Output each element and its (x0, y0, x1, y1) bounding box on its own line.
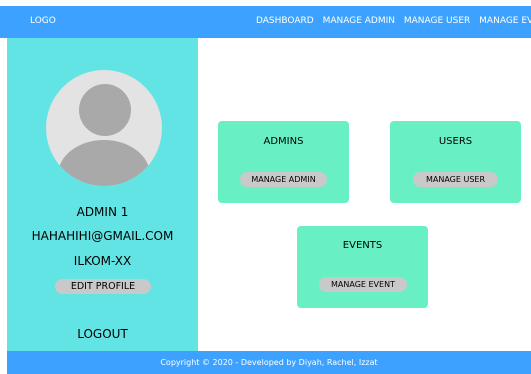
logout-link[interactable]: LOGOUT (7, 327, 198, 341)
logo[interactable]: LOGO (30, 16, 56, 26)
users-card-title: USERS (438, 136, 473, 147)
profile-sidebar: ADMIN 1 HAHAHIHI@GMAIL.COM ILKOM-XX EDIT… (7, 38, 198, 351)
footer: Copyright © 2020 - Developed by Diyah, R… (7, 351, 531, 374)
user-email: HAHAHIHI@GMAIL.COM (31, 229, 174, 243)
manage-event-button[interactable]: MANAGE EVENT (319, 277, 407, 292)
nav-manage-user[interactable]: MANAGE USER (404, 16, 470, 26)
nav-dashboard[interactable]: DASHBOARD (256, 16, 314, 26)
admins-card: ADMINS MANAGE ADMIN (218, 121, 349, 203)
avatar-icon (46, 70, 162, 186)
manage-admin-button[interactable]: MANAGE ADMIN (240, 172, 327, 187)
avatar-head (79, 84, 131, 136)
manage-user-button[interactable]: MANAGE USER (413, 172, 498, 187)
admins-card-title: ADMINS (263, 136, 304, 147)
events-card-title: EVENTS (342, 240, 383, 251)
user-org: ILKOM-XX (73, 254, 132, 268)
nav-manage-admin[interactable]: MANAGE ADMIN (323, 16, 395, 26)
user-name: ADMIN 1 (76, 205, 129, 219)
top-navbar: LOGO DASHBOARD MANAGE ADMIN MANAGE USER … (0, 0, 531, 38)
avatar-body (58, 140, 150, 186)
users-card: USERS MANAGE USER (390, 121, 521, 203)
nav-menu: DASHBOARD MANAGE ADMIN MANAGE USER MANAG… (256, 16, 531, 26)
edit-profile-button[interactable]: EDIT PROFILE (55, 279, 151, 294)
nav-manage-event[interactable]: MANAGE EVENT (479, 16, 531, 26)
footer-copyright: Copyright © 2020 - Developed by Diyah, R… (160, 358, 378, 367)
events-card: EVENTS MANAGE EVENT (297, 226, 428, 308)
